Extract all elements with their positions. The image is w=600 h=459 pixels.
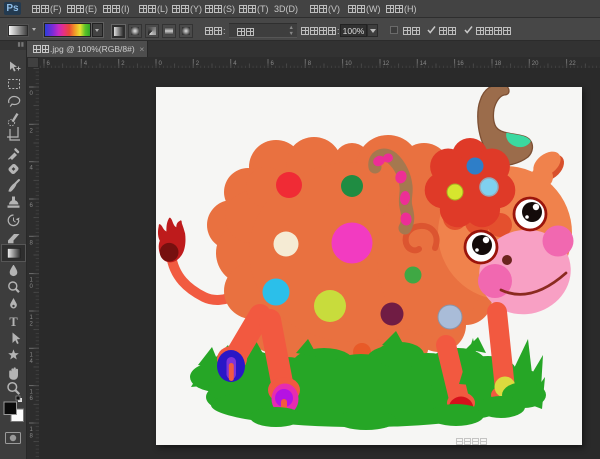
svg-text:8: 8 (30, 434, 34, 440)
svg-text:10: 10 (345, 61, 352, 67)
svg-text:18: 18 (495, 61, 502, 67)
svg-text:6: 6 (30, 203, 34, 209)
svg-text:16: 16 (457, 61, 464, 67)
svg-text:1: 1 (30, 315, 34, 321)
svg-text:6: 6 (30, 396, 34, 402)
svg-text:4: 4 (30, 359, 34, 365)
svg-text:6: 6 (271, 61, 275, 67)
svg-text:2: 2 (196, 61, 200, 67)
svg-text:20: 20 (532, 61, 539, 67)
svg-text:8: 8 (30, 240, 34, 246)
svg-text:4: 4 (84, 61, 88, 67)
svg-text:14: 14 (420, 61, 427, 67)
svg-text:1: 1 (30, 427, 34, 433)
svg-text:0: 0 (159, 61, 163, 67)
svg-text:8: 8 (308, 61, 312, 67)
svg-text:4: 4 (30, 166, 34, 172)
svg-text:T: T (9, 315, 18, 329)
svg-text:12: 12 (383, 61, 390, 67)
svg-text:1: 1 (30, 390, 34, 396)
svg-text:2: 2 (30, 322, 34, 328)
svg-text:6: 6 (47, 61, 51, 67)
svg-text:1: 1 (30, 278, 34, 284)
svg-text:4: 4 (233, 61, 237, 67)
svg-text:22: 22 (569, 61, 576, 67)
svg-text:2: 2 (121, 61, 125, 67)
svg-text:2: 2 (30, 128, 34, 134)
svg-text:0: 0 (30, 91, 34, 97)
svg-text:1: 1 (30, 352, 34, 358)
svg-text:0: 0 (30, 284, 34, 290)
